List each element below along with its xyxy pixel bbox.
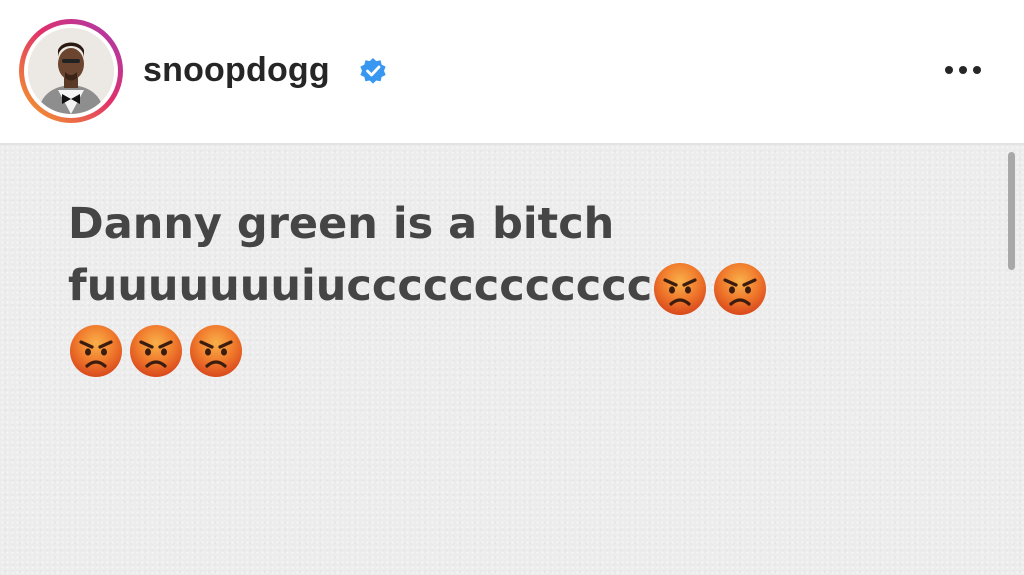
note-line-3	[68, 317, 948, 379]
angry-face-icon	[652, 261, 708, 317]
avatar-border	[24, 24, 118, 118]
note-image: Danny green is a bitch fuuuuuuuiuccccccc…	[0, 145, 1024, 575]
username-link[interactable]: snoopdogg	[143, 51, 330, 90]
note-line-2-text: fuuuuuuuiucccccccccccc	[68, 261, 653, 311]
post-header: snoopdogg	[0, 0, 1024, 145]
note-line-1: Danny green is a bitch	[68, 199, 615, 249]
scrollbar-thumb[interactable]	[1008, 152, 1015, 270]
ellipsis-horizontal-icon	[945, 66, 981, 74]
avatar[interactable]	[28, 28, 114, 114]
verified-badge-icon	[358, 56, 388, 86]
angry-face-icon	[188, 323, 244, 379]
angry-face-icon	[128, 323, 184, 379]
more-options-button[interactable]	[938, 52, 988, 88]
note-line-2: fuuuuuuuiucccccccccccc	[68, 255, 948, 317]
story-ring[interactable]	[19, 19, 123, 123]
angry-face-icon	[68, 323, 124, 379]
angry-face-icon	[712, 261, 768, 317]
note-text: Danny green is a bitch fuuuuuuuiuccccccc…	[68, 193, 948, 379]
